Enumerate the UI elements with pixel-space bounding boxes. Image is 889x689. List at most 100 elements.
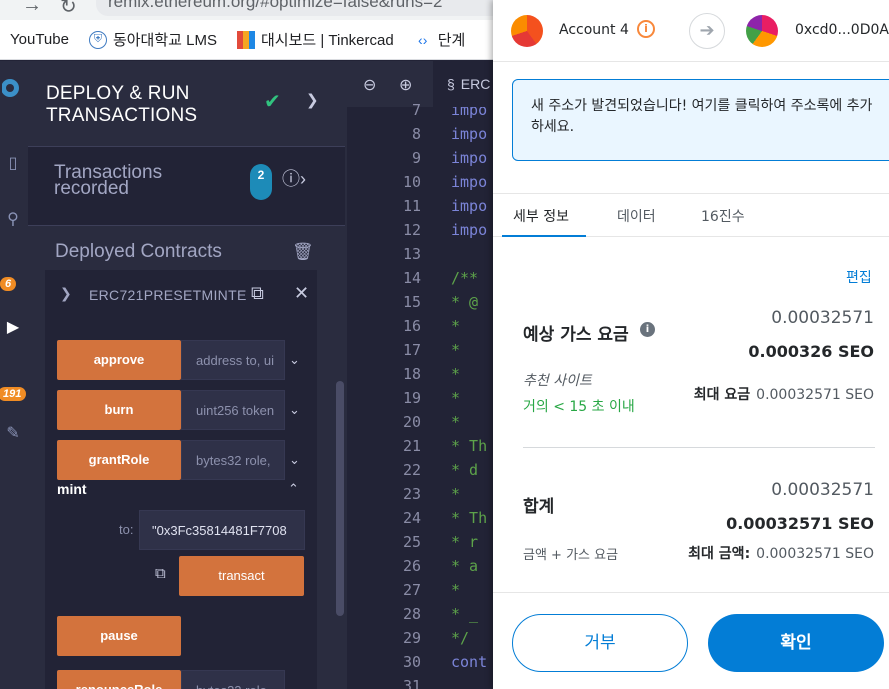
chevron-down-icon[interactable]: ⌄	[289, 682, 300, 689]
code-line: cont	[451, 653, 488, 671]
gas-fee-value: 0.00032571	[771, 308, 874, 328]
code-brackets-icon: ‹›	[418, 31, 428, 48]
trash-icon[interactable]: 🗑	[292, 242, 314, 262]
code-line: impo	[451, 149, 488, 167]
pause-button[interactable]: pause	[57, 616, 181, 656]
line-number: 10	[402, 173, 421, 191]
max-amount-value: 0.00032571 SEO	[756, 546, 874, 562]
deploy-run-icon[interactable]: ▶	[0, 317, 26, 337]
info-icon[interactable]: i	[640, 322, 655, 337]
line-number: 16	[402, 317, 421, 335]
bookmark-youtube[interactable]: YouTube	[10, 31, 69, 48]
line-number: 12	[402, 221, 421, 239]
site-suggested-label: 추천 사이트	[523, 373, 592, 389]
new-address-notice[interactable]: 새 주소가 발견되었습니다! 여기를 클릭하여 주소록에 추가하세요.	[512, 79, 889, 161]
renouncerole-input[interactable]: bytes32 role,	[181, 670, 285, 689]
chevron-down-icon[interactable]: ⌄	[289, 402, 300, 418]
code-area[interactable]: impo impo impo impo impo impo /** * @ * * * * …	[451, 107, 493, 689]
deploy-run-panel: DEPLOY & RUN TRANSACTIONS ✔ ❯ Transactio…	[26, 61, 347, 689]
line-number: 19	[402, 389, 421, 407]
max-amount-label: 최대 금액:	[688, 546, 751, 562]
check-icon: ✔	[264, 91, 281, 113]
line-number: 29	[402, 629, 421, 647]
remix-icon-bar: ▯ ⚲ 6 ▶ 191 ✎	[0, 61, 27, 689]
bookmark-tinkercad[interactable]: 대시보드 | Tinkercad	[236, 29, 394, 50]
account-avatar[interactable]	[511, 15, 543, 47]
info-icon[interactable]: ⓘ›	[282, 165, 306, 191]
code-line: /**	[451, 269, 479, 287]
burn-button[interactable]: burn	[57, 390, 181, 430]
contract-header[interactable]: ❯ ERC721PRESETMINTE ⧉ ✕	[45, 270, 317, 320]
estimated-gas-title: 예상 가스 요금	[523, 325, 629, 345]
confirm-button[interactable]: 확인	[708, 614, 884, 672]
reload-icon[interactable]: ↻	[60, 0, 77, 19]
code-line: * r	[451, 533, 479, 551]
reject-button[interactable]: 거부	[512, 614, 688, 672]
chevron-down-icon[interactable]: ⌄	[289, 452, 300, 468]
max-amount: 최대 금액: 0.00032571 SEO	[688, 543, 874, 563]
approve-input[interactable]: address to, ui	[181, 340, 285, 380]
transactions-count-badge: 2	[250, 164, 272, 200]
file-explorer-icon[interactable]: ▯	[0, 153, 26, 173]
code-line: * _	[451, 605, 479, 623]
metamask-header: Account 4 i ➔ 0xcd0...0D0A	[493, 0, 889, 62]
zoom-in-icon[interactable]: ⊕	[399, 75, 412, 95]
recipient-address[interactable]: 0xcd0...0D0A	[795, 22, 889, 38]
search-icon[interactable]: ⚲	[0, 209, 26, 229]
code-line: impo	[451, 221, 488, 239]
bookmark-steps[interactable]: ‹› 단계	[414, 29, 465, 50]
code-line: */	[451, 629, 470, 647]
code-editor: ⊖ ⊕ § ERC 7 8 9 10 11 12 13 14 15 16 17 18 19 20 21 22 23…	[347, 61, 493, 689]
transactions-recorded-label: Transactions recorded	[54, 162, 163, 199]
bookmark-label: 대시보드 | Tinkercad	[260, 32, 394, 49]
transactions-recorded[interactable]: Transactions recorded 2 ⓘ›	[28, 146, 345, 226]
approve-button[interactable]: approve	[57, 340, 181, 380]
edit-link[interactable]: 편집	[846, 267, 872, 287]
chevron-down-icon[interactable]: ❯	[60, 285, 72, 302]
line-number: 24	[402, 509, 421, 527]
divider	[523, 447, 875, 448]
mint-label: mint	[57, 481, 87, 497]
remix-logo-icon[interactable]	[0, 75, 26, 106]
code-line: *	[451, 581, 461, 599]
tab-erc-file[interactable]: § ERC	[433, 61, 493, 107]
transact-button[interactable]: transact	[179, 556, 304, 596]
zoom-out-icon[interactable]: ⊖	[363, 75, 376, 95]
line-number: 31	[402, 677, 421, 689]
university-seal-icon: ⛨	[88, 30, 107, 49]
code-line: * d	[451, 461, 479, 479]
burn-input[interactable]: uint256 token	[181, 390, 285, 430]
active-tab-indicator	[502, 235, 586, 237]
max-fee-value: 0.00032571 SEO	[756, 387, 874, 403]
panel-scrollbar[interactable]	[336, 381, 344, 616]
grantrole-button[interactable]: grantRole	[57, 440, 181, 480]
line-number: 30	[402, 653, 421, 671]
chevron-down-icon[interactable]: ⌄	[289, 352, 300, 368]
debugger-icon[interactable]: ✎	[0, 423, 26, 443]
metamask-tabs: 세부 정보 데이터 16진수	[493, 193, 889, 237]
tinkercad-logo-icon	[236, 30, 255, 49]
copy-icon[interactable]: ⧉	[251, 283, 264, 304]
renouncerole-button[interactable]: renounceRole	[57, 670, 181, 689]
line-number: 23	[402, 485, 421, 503]
code-line: impo	[451, 197, 488, 215]
line-number: 20	[402, 413, 421, 431]
chevron-up-icon[interactable]: ⌃	[288, 481, 299, 497]
line-number: 7	[411, 101, 421, 119]
close-icon[interactable]: ✕	[294, 283, 309, 304]
mint-to-input[interactable]: "0x3Fc35814481F7708	[139, 510, 305, 550]
bookmark-donga-lms[interactable]: ⛨ 동아대학교 LMS	[88, 29, 217, 50]
info-icon[interactable]: i	[637, 20, 655, 38]
copy-calldata-icon[interactable]: ⧉	[155, 565, 166, 582]
tab-data[interactable]: 데이터	[617, 206, 656, 226]
address-bar[interactable]: remix.ethereum.org/#optimize=false&runs=…	[96, 0, 516, 16]
code-line: impo	[451, 173, 488, 191]
tab-details[interactable]: 세부 정보	[513, 206, 569, 226]
back-arrow-icon[interactable]: →	[22, 0, 42, 17]
contract-name: ERC721PRESETMINTE	[89, 287, 247, 303]
account-name[interactable]: Account 4	[559, 22, 629, 38]
chevron-right-icon[interactable]: ❯	[306, 91, 319, 109]
tab-hex[interactable]: 16진수	[701, 206, 745, 226]
grantrole-input[interactable]: bytes32 role,	[181, 440, 285, 480]
code-line: *	[451, 317, 461, 335]
